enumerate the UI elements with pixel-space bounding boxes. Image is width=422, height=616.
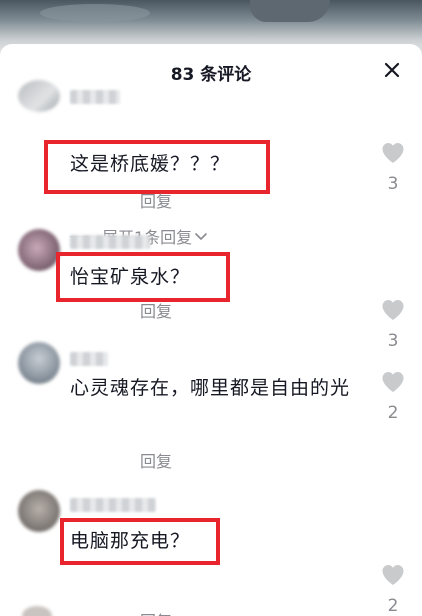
- heart-icon: [382, 143, 404, 163]
- comment-text: 怡宝矿泉水？: [70, 266, 191, 288]
- avatar[interactable]: [18, 342, 60, 384]
- comments-sheet: 83 条评论 这是桥底媛？？？ 回复 3 展开1条回复: [0, 44, 422, 616]
- avatar[interactable]: [18, 229, 60, 271]
- heart-icon: [382, 300, 404, 320]
- comment-count-title: 83 条评论: [170, 65, 252, 85]
- comment-text: 电脑那充电？: [70, 530, 191, 552]
- username[interactable]: [70, 498, 156, 512]
- comment-item: 电脑那充电？ 回复 2: [0, 488, 422, 616]
- avatar[interactable]: [18, 80, 60, 112]
- comment-text: 这是桥底媛？？？: [70, 153, 231, 175]
- reply-button[interactable]: 回复: [140, 188, 172, 212]
- like-count: 2: [387, 596, 399, 616]
- close-button[interactable]: [380, 58, 404, 82]
- username[interactable]: [70, 235, 150, 249]
- comment-item: 怡宝矿泉水？ 回复 3: [0, 227, 422, 351]
- reply-button[interactable]: 回复: [140, 448, 172, 472]
- avatar[interactable]: [18, 490, 60, 532]
- close-icon: [384, 62, 400, 78]
- comment-text: 心灵魂存在，哪里都是自由的光: [70, 377, 351, 399]
- like-count: 3: [387, 174, 399, 194]
- heart-icon: [382, 372, 404, 392]
- like-count: 2: [387, 403, 399, 423]
- reply-button[interactable]: 回复: [140, 608, 172, 616]
- like-button[interactable]: 3: [380, 142, 406, 194]
- heart-icon: [382, 565, 404, 585]
- username[interactable]: [70, 90, 120, 104]
- like-button[interactable]: 2: [380, 371, 406, 423]
- comment-item: 心灵魂存在，哪里都是自由的光 回复 2: [0, 340, 422, 480]
- like-button[interactable]: 2: [380, 564, 406, 616]
- username[interactable]: [70, 352, 108, 366]
- reply-button[interactable]: 回复: [140, 298, 172, 322]
